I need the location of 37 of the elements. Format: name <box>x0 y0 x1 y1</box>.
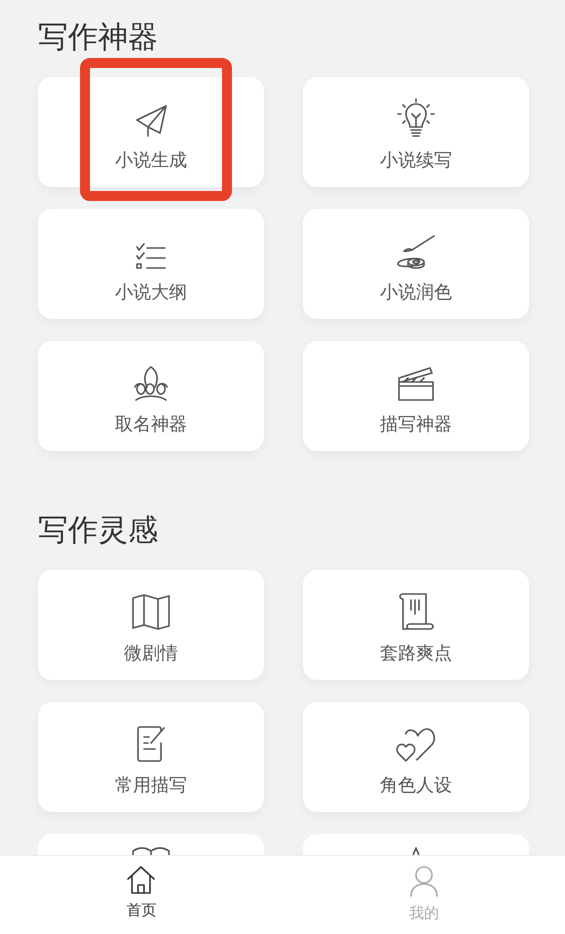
lightbulb-icon <box>397 98 435 137</box>
paper-plane-icon <box>136 105 166 137</box>
tool-card[interactable]: 小说润色 <box>303 209 529 319</box>
card-label: 小说润色 <box>380 281 452 305</box>
tool-card[interactable]: 常用描写 <box>38 702 264 812</box>
card-label: 角色人设 <box>380 774 452 798</box>
checklist-icon <box>136 243 166 269</box>
person-icon <box>410 866 438 897</box>
note-edit-icon <box>137 726 165 762</box>
tool-card[interactable]: 小说生成 <box>38 77 264 187</box>
scroll-icon <box>398 593 434 630</box>
tool-card[interactable] <box>303 834 529 855</box>
card-label: 小说生成 <box>115 149 187 173</box>
section-title: 写作神器 <box>38 20 159 56</box>
card-label: 小说续写 <box>380 149 452 173</box>
card-label: 微剧情 <box>124 642 178 666</box>
card-label: 常用描写 <box>115 774 187 798</box>
tool-card[interactable]: 小说续写 <box>303 77 529 187</box>
card-label: 描写神器 <box>380 413 452 437</box>
tool-card[interactable]: 小说大纲 <box>38 209 264 319</box>
hearts-icon <box>396 728 436 762</box>
brush-and-inkstone-icon <box>397 235 435 269</box>
ornament-icon <box>134 366 168 401</box>
section-title: 写作灵感 <box>38 513 159 549</box>
tool-card[interactable]: 取名神器 <box>38 341 264 451</box>
home-icon <box>127 866 156 894</box>
card-label: 套路爽点 <box>380 642 452 666</box>
tab[interactable]: 首页 <box>0 856 282 934</box>
tool-card[interactable]: 角色人设 <box>303 702 529 812</box>
card-label: 小说大纲 <box>115 281 187 305</box>
tool-card[interactable]: 微剧情 <box>38 570 264 680</box>
tool-card[interactable] <box>38 834 264 855</box>
tool-card[interactable]: 套路爽点 <box>303 570 529 680</box>
clapperboard-icon <box>398 367 434 401</box>
map-icon <box>132 594 170 630</box>
card-label: 取名神器 <box>115 413 187 437</box>
tool-card[interactable]: 描写神器 <box>303 341 529 451</box>
